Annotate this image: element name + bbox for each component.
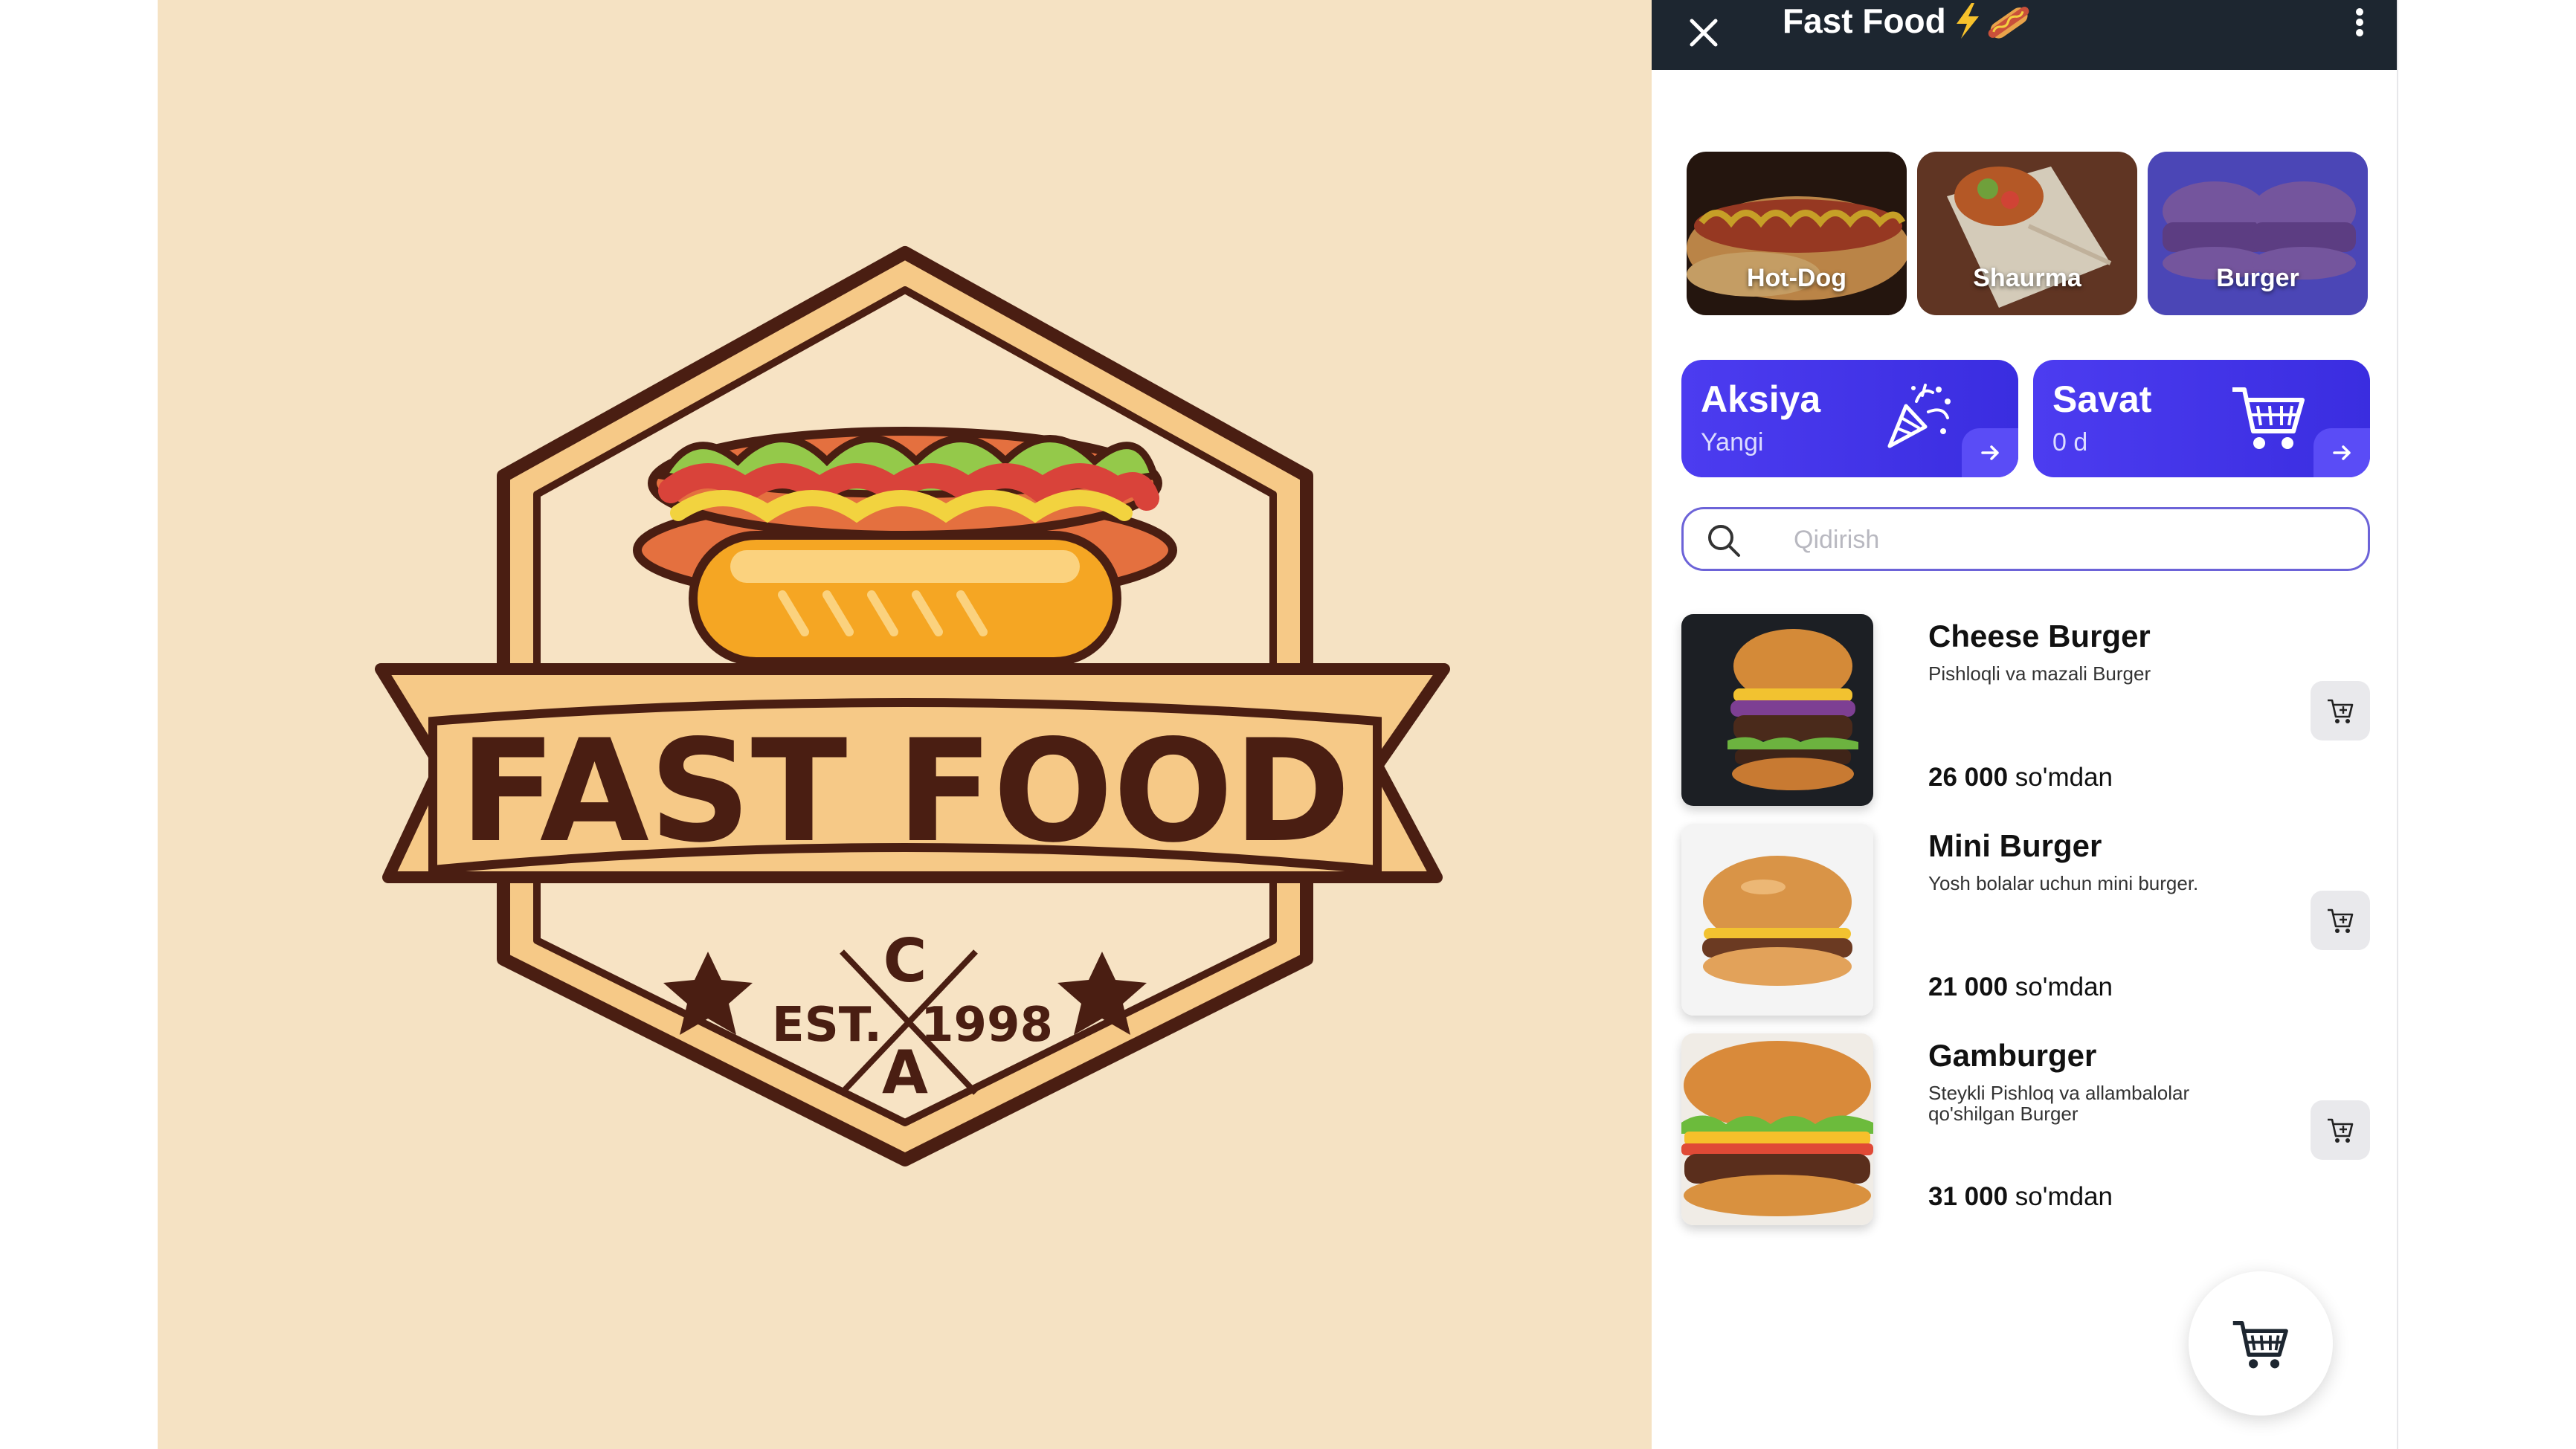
product-image-mini-burger [1681,824,1873,1016]
arrow-right-icon [1981,445,1999,460]
product-name: Gamburger [1928,1038,2097,1073]
product-image-gamburger [1681,1033,1873,1225]
logo-main-text: FAST FOOD [460,709,1350,874]
promo-aksiya[interactable]: Aksiya Yangi [1681,360,2018,477]
est-year: 1998 [921,998,1053,1053]
app-title: Fast Food [1783,1,1946,40]
floating-cart-button[interactable] [2189,1271,2333,1416]
app-panel: Fast Food Hot-Dog Shaurma Burger Aksiya … [1652,0,2398,1449]
promo-subtitle: Yangi [1701,428,1764,456]
shopping-cart-icon [2232,1320,2288,1369]
lightning-emoji [1957,3,1979,39]
category-hotdog[interactable]: Hot-Dog [1687,152,1907,315]
add-to-cart-icon [2328,909,2354,933]
product-price: 31 000 so'mdan [1928,1182,2113,1211]
kebab-menu-icon [2356,8,2363,36]
product-name: Mini Burger [1928,828,2102,863]
add-to-cart-icon [2328,699,2354,723]
hotdog-illustration [633,427,1177,666]
search-icon [1708,525,1740,557]
product-item[interactable]: Gamburger Steykli Pishloq va allambalola… [1681,1033,2370,1225]
arrow-right-icon [2333,445,2351,460]
promo-arrow-button[interactable] [1962,428,2018,477]
fast-food-logo: FAST FOOD C A EST. 1998 [375,246,1450,1166]
promo-title: Savat [2052,378,2152,420]
promo-title: Aksiya [1701,378,1821,420]
promo-arrow-button[interactable] [2313,428,2370,477]
add-to-cart-button[interactable] [2311,891,2370,950]
close-icon [1690,19,1718,47]
product-price: 26 000 so'mdan [1928,763,2113,792]
product-image-cheese-burger [1681,614,1873,806]
add-to-cart-button[interactable] [2311,1100,2370,1160]
search-box[interactable] [1681,507,2370,571]
logo-panel: FAST FOOD C A EST. 1998 [158,0,1652,1449]
close-button[interactable] [1681,10,1726,55]
search-input[interactable] [1792,520,2345,560]
product-name: Cheese Burger [1928,619,2151,653]
menu-button[interactable] [2345,3,2374,42]
product-item[interactable]: Cheese Burger Pishloqli va mazali Burger… [1681,614,2370,806]
party-popper-icon [1887,384,1951,448]
category-shaurma[interactable]: Shaurma [1917,152,2137,315]
product-description: Yosh bolalar uchun mini burger. [1928,872,2199,894]
title-emoji-icons [1957,3,2029,39]
top-bar: Fast Food [1652,0,2397,70]
monogram-top: C [883,926,927,995]
hotdog-emoji [1988,7,2029,39]
product-price: 21 000 so'mdan [1928,972,2113,1001]
category-label: Shaurma [1973,264,2081,292]
product-description: Steykli Pishloq va allambalolar qo'shilg… [1928,1082,2190,1125]
est-label: EST. [772,998,882,1053]
shopping-cart-icon [2232,387,2305,449]
add-to-cart-icon [2328,1118,2354,1143]
category-label: Hot-Dog [1746,264,1847,292]
add-to-cart-button[interactable] [2311,681,2370,740]
product-description: Pishloqli va mazali Burger [1928,662,2151,685]
category-burger[interactable]: Burger [2148,152,2368,315]
promo-savat[interactable]: Savat 0 d [2033,360,2370,477]
category-label: Burger [2216,264,2299,292]
product-item[interactable]: Mini Burger Yosh bolalar uchun mini burg… [1681,824,2370,1016]
promo-subtitle: 0 d [2052,428,2088,456]
